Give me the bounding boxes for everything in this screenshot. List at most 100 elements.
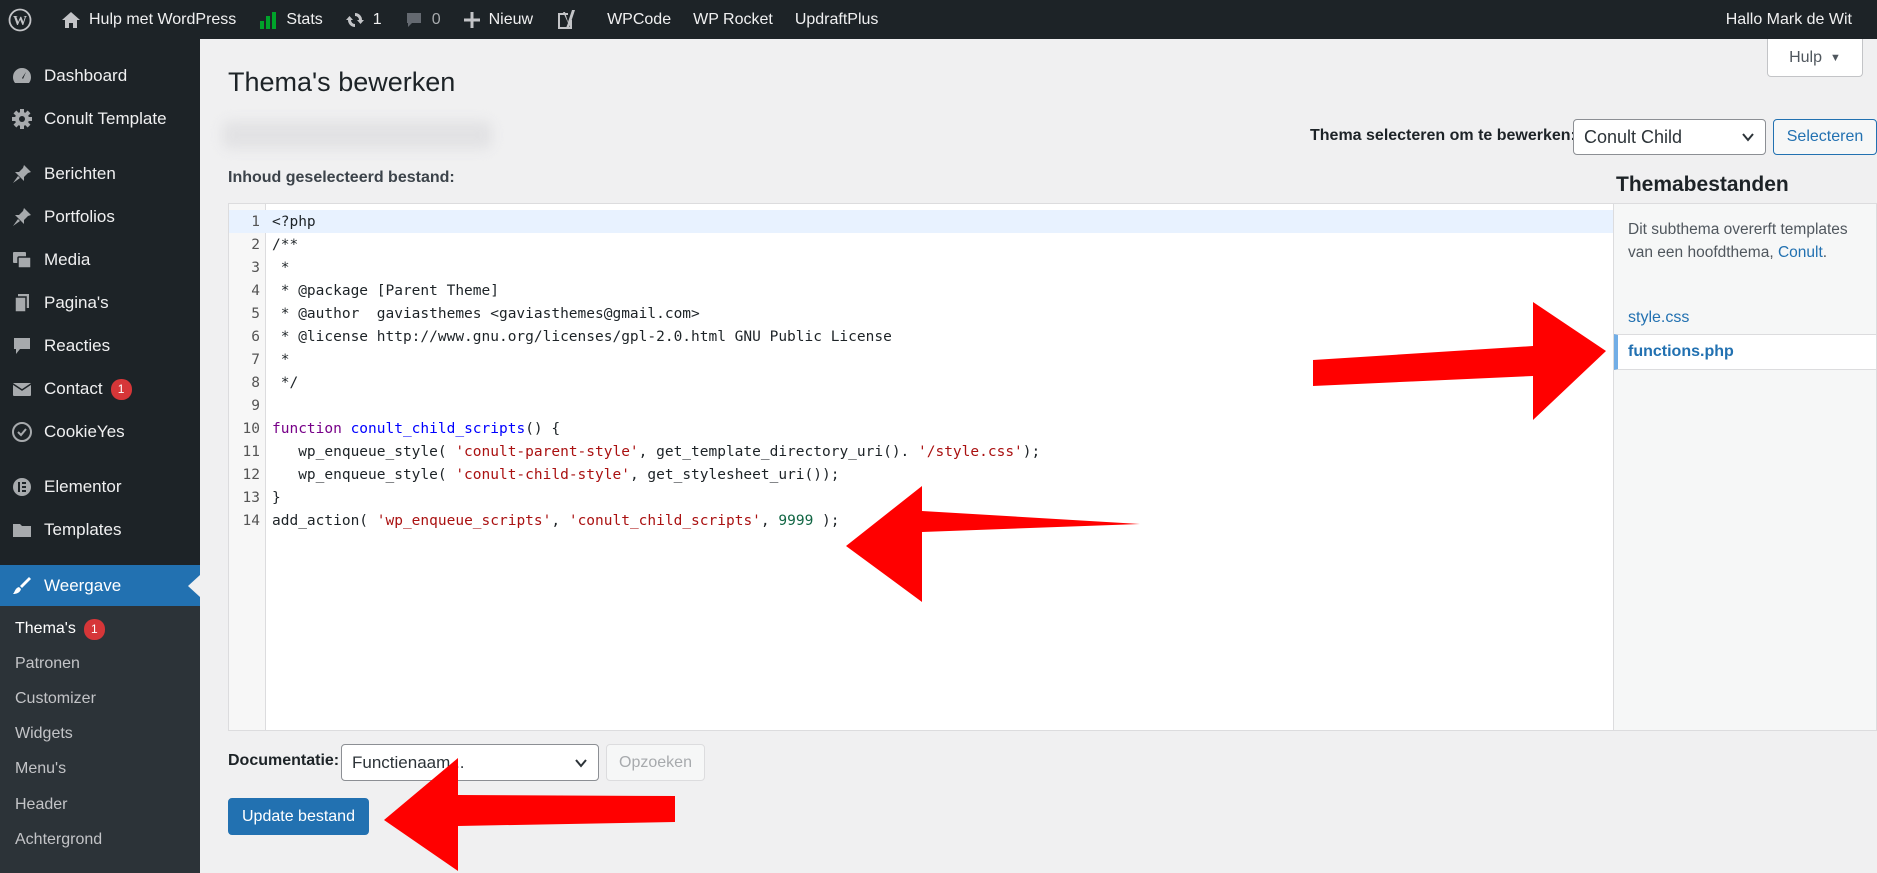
folder-icon <box>0 519 44 541</box>
code-line[interactable]: 6 * @license http://www.gnu.org/licenses… <box>229 325 1613 348</box>
code-line[interactable]: 13} <box>229 486 1613 509</box>
theme-select-dropdown[interactable]: Conult Child <box>1573 119 1766 155</box>
function-name-select[interactable]: Functienaam... <box>341 744 599 781</box>
select-theme-button[interactable]: Selecteren <box>1773 119 1877 155</box>
help-tab-button[interactable]: Hulp ▼ <box>1767 39 1863 77</box>
line-number: 8 <box>251 374 260 391</box>
code-line[interactable]: 2 /** <box>229 233 1613 256</box>
line-number: 13 <box>242 489 260 506</box>
svg-text:W: W <box>13 14 27 29</box>
menu-reacties[interactable]: Reacties <box>0 325 200 367</box>
line-number: 3 <box>251 259 260 276</box>
notice-suffix: . <box>1822 244 1828 261</box>
menu-label: Templates <box>44 520 122 539</box>
site-name-link[interactable]: Hulp met WordPress <box>50 0 247 39</box>
menu-label: Elementor <box>44 477 122 496</box>
code-line[interactable]: 8 */ <box>229 371 1613 394</box>
home-icon <box>62 11 80 28</box>
plus-icon <box>463 11 480 28</box>
updraftplus-link[interactable]: UpdraftPlus <box>784 0 890 39</box>
code-text: wp_enqueue_style( 'conult-child-style', … <box>272 466 840 483</box>
new-content-link[interactable]: Nieuw <box>452 0 544 39</box>
elementor-icon <box>0 476 44 498</box>
lookup-button[interactable]: Opzoeken <box>606 744 705 781</box>
line-number: 7 <box>251 351 260 368</box>
updates-link[interactable]: 1 <box>334 0 393 39</box>
file-link-functions-php[interactable]: functions.php <box>1614 334 1876 370</box>
code-line[interactable]: 9 <box>229 394 1613 417</box>
file-link-style-css[interactable]: style.css <box>1614 300 1876 336</box>
menu-weergave[interactable]: Weergave <box>0 565 200 607</box>
code-text: /** <box>272 236 299 253</box>
menu-elementor[interactable]: Elementor <box>0 466 200 508</box>
menu-label: Dashboard <box>44 66 128 85</box>
line-number: 9 <box>251 397 260 414</box>
admin-bar: W Hulp met WordPress Stats 1 0 Nieuw WPC… <box>0 0 1877 39</box>
menu-contact[interactable]: Contact 1 <box>0 368 200 410</box>
submenu-widgets[interactable]: Widgets <box>15 721 73 747</box>
account-greeting[interactable]: Hallo Mark de Wit <box>1715 0 1863 39</box>
submenu-themas[interactable]: Thema's 1 <box>15 616 105 642</box>
submenu-customizer[interactable]: Customizer <box>15 686 96 712</box>
yoast-seo-icon[interactable] <box>544 0 596 39</box>
main-content: Thema's bewerken Hulp ▼ Thema selecteren… <box>200 39 1877 873</box>
menu-dashboard[interactable]: Dashboard <box>0 55 200 97</box>
submenu-header[interactable]: Header <box>15 792 67 818</box>
blurred-file-heading <box>222 121 492 149</box>
code-line[interactable]: 11 wp_enqueue_style( 'conult-parent-styl… <box>229 440 1613 463</box>
code-line[interactable]: 10 function conult_child_scripts() { <box>229 417 1613 440</box>
code-text: wp_enqueue_style( 'conult-parent-style',… <box>272 443 1041 460</box>
comments-link[interactable]: 0 <box>393 0 452 39</box>
menu-berichten[interactable]: Berichten <box>0 153 200 195</box>
menu-conult-template[interactable]: Conult Template <box>0 98 200 140</box>
submenu-patronen[interactable]: Patronen <box>15 651 80 677</box>
code-text: * <box>272 351 290 368</box>
menu-media[interactable]: Media <box>0 239 200 281</box>
code-text: add_action( 'wp_enqueue_scripts', 'conul… <box>272 512 840 529</box>
menu-label: Media <box>44 250 91 269</box>
code-text: * @license http://www.gnu.org/licenses/g… <box>272 328 892 345</box>
theme-select-value: Conult Child <box>1584 126 1683 147</box>
code-line[interactable]: 4 * @package [Parent Theme] <box>229 279 1613 302</box>
code-line[interactable]: 5 * @author gaviasthemes <gaviasthemes@g… <box>229 302 1613 325</box>
menu-templates[interactable]: Templates <box>0 509 200 551</box>
submenu-achtergrond[interactable]: Achtergrond <box>15 827 102 853</box>
new-label: Nieuw <box>488 10 534 28</box>
code-line[interactable]: 3 * <box>229 256 1613 279</box>
comment-icon <box>0 335 44 357</box>
caret-down-icon: ▼ <box>1830 51 1841 64</box>
submenu-menus[interactable]: Menu's <box>15 756 66 782</box>
theme-files-panel: Dit subthema overerft templates van een … <box>1614 203 1877 731</box>
wprocket-link[interactable]: WP Rocket <box>682 0 784 39</box>
comment-bubble-icon <box>406 12 421 27</box>
cookie-icon <box>0 421 44 443</box>
wpcode-link[interactable]: WPCode <box>596 0 682 39</box>
mail-icon <box>0 378 44 400</box>
menu-label: Contact <box>44 379 103 398</box>
code-line[interactable]: 14 add_action( 'wp_enqueue_scripts', 'con… <box>229 509 1613 532</box>
code-line[interactable]: 12 wp_enqueue_style( 'conult-child-style… <box>229 463 1613 486</box>
documentation-label: Documentatie: <box>228 752 340 769</box>
submenu-label: Thema's <box>15 620 76 637</box>
code-line[interactable]: 7 * <box>229 348 1613 371</box>
line-number: 6 <box>251 328 260 345</box>
menu-portfolios[interactable]: Portfolios <box>0 196 200 238</box>
notification-badge: 1 <box>83 618 105 640</box>
menu-label: Portfolios <box>44 207 115 226</box>
stats-bars-icon <box>260 11 277 29</box>
menu-cookieyes[interactable]: CookieYes <box>0 411 200 453</box>
menu-label: Reacties <box>44 336 111 355</box>
code-editor[interactable]: 1 <?php 2 /** 3 * 4 * @package [Parent The… <box>228 203 1614 731</box>
update-file-button[interactable]: Update bestand <box>228 798 369 835</box>
comments-count: 0 <box>431 10 441 28</box>
line-number: 5 <box>251 305 260 322</box>
stats-link[interactable]: Stats <box>247 0 333 39</box>
wordpress-logo-icon[interactable]: W <box>0 0 50 39</box>
code-text: * @author gaviasthemes <gaviasthemes@gma… <box>272 305 700 322</box>
menu-label: Weergave <box>44 576 122 595</box>
parent-theme-link[interactable]: Conult <box>1778 244 1823 261</box>
code-line[interactable]: 1 <?php <box>229 210 1613 233</box>
menu-paginas[interactable]: Pagina's <box>0 282 200 324</box>
line-number: 12 <box>242 466 260 483</box>
pages-icon <box>0 292 44 314</box>
